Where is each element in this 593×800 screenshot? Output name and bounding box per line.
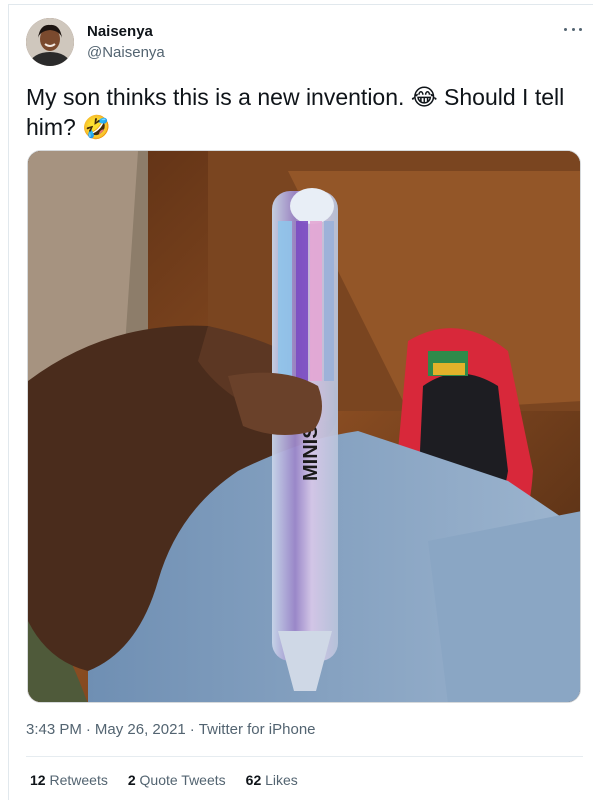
tweet-text: My son thinks this is a new invention. 😂… bbox=[26, 84, 565, 140]
handle[interactable]: @Naisenya bbox=[87, 43, 165, 63]
tweet-source-app[interactable]: Twitter for iPhone bbox=[199, 721, 316, 738]
likes-count: 62 bbox=[245, 772, 262, 788]
quote-tweets-stat[interactable]: 2 Quote Tweets bbox=[128, 772, 226, 788]
likes-label: Likes bbox=[265, 772, 298, 788]
avatar[interactable] bbox=[26, 18, 74, 66]
more-options-button[interactable] bbox=[562, 20, 584, 38]
meta-separator: · bbox=[85, 721, 91, 738]
divider bbox=[26, 756, 583, 757]
display-name[interactable]: Naisenya bbox=[87, 22, 165, 42]
avatar-image bbox=[26, 18, 74, 66]
engagement-stats: 12 Retweets 2 Quote Tweets 62 Likes bbox=[30, 772, 298, 788]
quote-tweets-count: 2 bbox=[127, 772, 136, 788]
tweet-date[interactable]: May 26, 2021 bbox=[95, 721, 186, 738]
tweet-photo[interactable]: MINISO bbox=[27, 150, 581, 703]
photo-pen-in-hand: MINISO bbox=[28, 151, 580, 702]
author-block: Naisenya @Naisenya bbox=[87, 22, 165, 63]
tweet-time[interactable]: 3:43 PM bbox=[26, 721, 82, 738]
quote-tweets-label: Quote Tweets bbox=[139, 772, 226, 788]
retweets-count: 12 bbox=[30, 772, 46, 788]
retweets-label: Retweets bbox=[49, 772, 108, 788]
meta-separator: · bbox=[189, 721, 195, 738]
retweets-stat[interactable]: 12 Retweets bbox=[30, 772, 108, 788]
more-dots-icon bbox=[564, 27, 567, 31]
likes-stat[interactable]: 62 Likes bbox=[246, 772, 298, 788]
tweet-meta: 3:43 PM · May 26, 2021 · Twitter for iPh… bbox=[26, 721, 316, 738]
